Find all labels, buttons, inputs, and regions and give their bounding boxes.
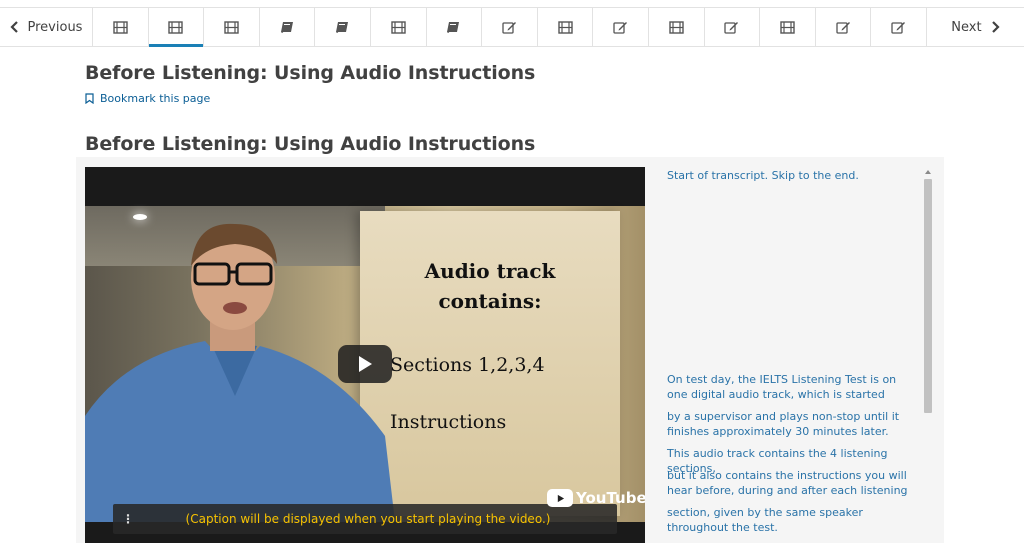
sequence-nav: Previous Next xyxy=(0,7,1024,47)
skip-to-end-link[interactable]: Start of transcript. Skip to the end. xyxy=(667,169,859,182)
sequence-tab-5[interactable] xyxy=(315,8,371,46)
board-item-1: Sections 1,2,3,4 xyxy=(390,354,545,376)
caption-text: (Caption will be displayed when you star… xyxy=(185,512,551,526)
film-icon xyxy=(557,20,573,34)
play-icon xyxy=(359,356,372,372)
sequence-tab-7[interactable] xyxy=(427,8,483,46)
edit-icon xyxy=(835,21,851,34)
book-icon xyxy=(335,21,350,34)
book-icon xyxy=(280,21,295,34)
next-label: Next xyxy=(951,19,982,35)
edit-icon xyxy=(724,21,739,34)
film-icon xyxy=(113,20,128,34)
sequence-tab-13[interactable] xyxy=(760,8,816,46)
video-player[interactable]: Audio track contains: Sections 1,2,3,4 I… xyxy=(85,167,645,543)
edit-icon xyxy=(891,21,906,34)
transcript-line[interactable]: by a supervisor and plays non-stop until… xyxy=(667,409,919,439)
youtube-play-icon xyxy=(547,489,573,507)
book-icon xyxy=(446,21,461,34)
sequence-tab-9[interactable] xyxy=(538,8,594,46)
sequence-tab-2[interactable] xyxy=(148,8,205,47)
transcript-line[interactable]: section, given by the same speaker throu… xyxy=(667,505,919,535)
youtube-logo[interactable]: YouTube xyxy=(547,489,645,507)
transcript-panel: Start of transcript. Skip to the end. On… xyxy=(660,167,920,543)
bookmark-label: Bookmark this page xyxy=(100,92,211,105)
play-button[interactable] xyxy=(338,345,392,383)
film-icon xyxy=(391,20,406,34)
transcript-scrollbar[interactable] xyxy=(922,167,934,543)
film-icon xyxy=(168,20,184,34)
scroll-thumb[interactable] xyxy=(924,179,932,413)
previous-label: Previous xyxy=(27,19,83,35)
caption-bar: ⋮ (Caption will be displayed when you st… xyxy=(113,504,617,534)
transcript-line[interactable]: On test day, the IELTS Listening Test is… xyxy=(667,372,919,402)
sequence-tabs xyxy=(93,8,927,47)
sequence-tab-10[interactable] xyxy=(593,8,649,46)
bookmark-button[interactable]: Bookmark this page xyxy=(85,92,210,105)
sequence-tab-4[interactable] xyxy=(260,8,316,46)
sequence-tab-1[interactable] xyxy=(93,8,149,46)
sequence-tab-14[interactable] xyxy=(816,8,872,46)
sequence-tab-15[interactable] xyxy=(871,8,927,46)
youtube-text: YouTube xyxy=(576,489,645,507)
board-item-2: Instructions xyxy=(390,411,507,433)
edit-icon xyxy=(502,21,517,34)
chevron-left-icon xyxy=(9,21,18,33)
scroll-up-arrow-icon[interactable] xyxy=(925,170,931,174)
page-title: Before Listening: Using Audio Instructio… xyxy=(85,62,536,84)
sequence-tab-3[interactable] xyxy=(204,8,260,46)
bookmark-icon xyxy=(85,93,94,104)
previous-button[interactable]: Previous xyxy=(0,8,93,46)
film-icon xyxy=(669,20,684,34)
film-icon xyxy=(224,20,239,34)
caption-menu-icon[interactable]: ⋮ xyxy=(113,512,143,526)
film-icon xyxy=(780,20,795,34)
sequence-tab-11[interactable] xyxy=(649,8,705,46)
transcript-line[interactable]: but it also contains the instructions yo… xyxy=(667,468,919,498)
sequence-tab-8[interactable] xyxy=(482,8,538,46)
chevron-right-icon xyxy=(991,21,1000,33)
next-button[interactable]: Next xyxy=(927,8,1024,46)
sequence-tab-6[interactable] xyxy=(371,8,427,46)
edit-icon xyxy=(613,21,628,34)
section-title: Before Listening: Using Audio Instructio… xyxy=(85,133,536,155)
sequence-tab-12[interactable] xyxy=(705,8,761,46)
